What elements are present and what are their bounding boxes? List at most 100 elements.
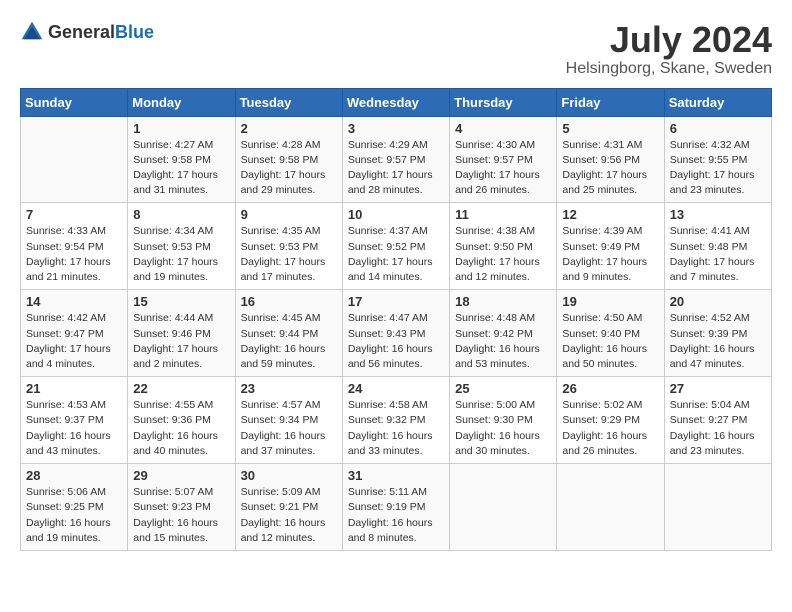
calendar-cell — [557, 464, 664, 551]
day-number: 15 — [133, 294, 229, 309]
day-info: Sunrise: 4:33 AM Sunset: 9:54 PM Dayligh… — [26, 224, 122, 285]
calendar-cell: 24Sunrise: 4:58 AM Sunset: 9:32 PM Dayli… — [342, 377, 449, 464]
calendar-cell — [21, 116, 128, 203]
calendar-cell: 30Sunrise: 5:09 AM Sunset: 9:21 PM Dayli… — [235, 464, 342, 551]
calendar-cell: 31 Sunrise: 5:11 AM Sunset: 9:19 PM Dayli… — [342, 464, 449, 551]
day-info: Sunrise: 4:32 AM Sunset: 9:55 PM Dayligh… — [670, 138, 766, 199]
page-header: GeneralBlue July 2024 Helsingborg, Skane… — [20, 20, 772, 78]
logo-text: GeneralBlue — [48, 22, 154, 43]
day-info: Sunrise: 4:31 AM Sunset: 9:56 PM Dayligh… — [562, 138, 658, 199]
day-number: 29 — [133, 468, 229, 483]
calendar-cell — [450, 464, 557, 551]
day-number: 27 — [670, 381, 766, 396]
calendar-cell: 1 Sunrise: 4:27 AM Sunset: 9:58 PM Daylig… — [128, 116, 235, 203]
day-info: Sunrise: 4:35 AM Sunset: 9:53 PM Dayligh… — [241, 224, 337, 285]
calendar-cell: 22Sunrise: 4:55 AM Sunset: 9:36 PM Dayli… — [128, 377, 235, 464]
day-info: Sunrise: 4:48 AM Sunset: 9:42 PM Dayligh… — [455, 311, 551, 372]
calendar-cell: 23 Sunrise: 4:57 AM Sunset: 9:34 PM Dayli… — [235, 377, 342, 464]
day-number: 25 — [455, 381, 551, 396]
day-of-week-header: Sunday — [21, 88, 128, 116]
calendar-cell: 26 Sunrise: 5:02 AM Sunset: 9:29 PM Dayli… — [557, 377, 664, 464]
day-number: 21 — [26, 381, 122, 396]
day-of-week-header: Monday — [128, 88, 235, 116]
calendar-cell: 8 Sunrise: 4:34 AM Sunset: 9:53 PM Daylig… — [128, 203, 235, 290]
calendar-cell: 21 Sunrise: 4:53 AM Sunset: 9:37 PM Dayli… — [21, 377, 128, 464]
calendar-cell: 12 Sunrise: 4:39 AM Sunset: 9:49 PM Dayli… — [557, 203, 664, 290]
calendar-cell: 14Sunrise: 4:42 AM Sunset: 9:47 PM Dayli… — [21, 290, 128, 377]
calendar-cell: 9 Sunrise: 4:35 AM Sunset: 9:53 PM Daylig… — [235, 203, 342, 290]
day-info: Sunrise: 4:30 AM Sunset: 9:57 PM Dayligh… — [455, 138, 551, 199]
day-info: Sunrise: 5:11 AM Sunset: 9:19 PM Dayligh… — [348, 485, 444, 546]
calendar-cell: 13 Sunrise: 4:41 AM Sunset: 9:48 PM Dayli… — [664, 203, 771, 290]
calendar-cell: 28 Sunrise: 5:06 AM Sunset: 9:25 PM Dayli… — [21, 464, 128, 551]
day-number: 10 — [348, 207, 444, 222]
calendar-table: SundayMondayTuesdayWednesdayThursdayFrid… — [20, 88, 772, 551]
day-of-week-header: Saturday — [664, 88, 771, 116]
day-number: 31 — [348, 468, 444, 483]
day-number: 19 — [562, 294, 658, 309]
calendar-week-row: 28 Sunrise: 5:06 AM Sunset: 9:25 PM Dayli… — [21, 464, 772, 551]
logo-icon — [20, 20, 44, 44]
day-info: Sunrise: 5:06 AM Sunset: 9:25 PM Dayligh… — [26, 485, 122, 546]
day-number: 9 — [241, 207, 337, 222]
day-info: Sunrise: 4:58 AM Sunset: 9:32 PM Dayligh… — [348, 398, 444, 459]
day-info: Sunrise: 5:02 AM Sunset: 9:29 PM Dayligh… — [562, 398, 658, 459]
day-info: Sunrise: 5:07 AM Sunset: 9:23 PM Dayligh… — [133, 485, 229, 546]
day-number: 26 — [562, 381, 658, 396]
day-info: Sunrise: 5:04 AM Sunset: 9:27 PM Dayligh… — [670, 398, 766, 459]
day-info: Sunrise: 4:55 AM Sunset: 9:36 PM Dayligh… — [133, 398, 229, 459]
logo-blue: Blue — [115, 22, 154, 42]
calendar-cell: 5 Sunrise: 4:31 AM Sunset: 9:56 PM Daylig… — [557, 116, 664, 203]
month-year: July 2024 — [566, 20, 772, 60]
day-of-week-header: Friday — [557, 88, 664, 116]
day-info: Sunrise: 4:27 AM Sunset: 9:58 PM Dayligh… — [133, 138, 229, 199]
location: Helsingborg, Skane, Sweden — [566, 60, 772, 78]
day-info: Sunrise: 4:41 AM Sunset: 9:48 PM Dayligh… — [670, 224, 766, 285]
day-info: Sunrise: 4:44 AM Sunset: 9:46 PM Dayligh… — [133, 311, 229, 372]
day-number: 4 — [455, 121, 551, 136]
day-info: Sunrise: 4:37 AM Sunset: 9:52 PM Dayligh… — [348, 224, 444, 285]
day-info: Sunrise: 4:34 AM Sunset: 9:53 PM Dayligh… — [133, 224, 229, 285]
calendar-week-row: 14Sunrise: 4:42 AM Sunset: 9:47 PM Dayli… — [21, 290, 772, 377]
calendar-week-row: 21 Sunrise: 4:53 AM Sunset: 9:37 PM Dayli… — [21, 377, 772, 464]
calendar-cell: 29 Sunrise: 5:07 AM Sunset: 9:23 PM Dayli… — [128, 464, 235, 551]
day-of-week-header: Wednesday — [342, 88, 449, 116]
title-block: July 2024 Helsingborg, Skane, Sweden — [566, 20, 772, 78]
day-number: 8 — [133, 207, 229, 222]
day-number: 2 — [241, 121, 337, 136]
calendar-cell: 19Sunrise: 4:50 AM Sunset: 9:40 PM Dayli… — [557, 290, 664, 377]
day-number: 6 — [670, 121, 766, 136]
day-info: Sunrise: 5:00 AM Sunset: 9:30 PM Dayligh… — [455, 398, 551, 459]
day-info: Sunrise: 4:47 AM Sunset: 9:43 PM Dayligh… — [348, 311, 444, 372]
day-number: 23 — [241, 381, 337, 396]
calendar-cell: 27 Sunrise: 5:04 AM Sunset: 9:27 PM Dayli… — [664, 377, 771, 464]
day-of-week-header: Thursday — [450, 88, 557, 116]
calendar-cell: 4 Sunrise: 4:30 AM Sunset: 9:57 PM Daylig… — [450, 116, 557, 203]
day-info: Sunrise: 4:52 AM Sunset: 9:39 PM Dayligh… — [670, 311, 766, 372]
day-number: 5 — [562, 121, 658, 136]
calendar-cell: 2 Sunrise: 4:28 AM Sunset: 9:58 PM Daylig… — [235, 116, 342, 203]
day-info: Sunrise: 4:28 AM Sunset: 9:58 PM Dayligh… — [241, 138, 337, 199]
calendar-cell: 3 Sunrise: 4:29 AM Sunset: 9:57 PM Daylig… — [342, 116, 449, 203]
day-number: 3 — [348, 121, 444, 136]
day-number: 13 — [670, 207, 766, 222]
calendar-header-row: SundayMondayTuesdayWednesdayThursdayFrid… — [21, 88, 772, 116]
day-info: Sunrise: 4:39 AM Sunset: 9:49 PM Dayligh… — [562, 224, 658, 285]
day-of-week-header: Tuesday — [235, 88, 342, 116]
calendar-cell: 18Sunrise: 4:48 AM Sunset: 9:42 PM Dayli… — [450, 290, 557, 377]
calendar-week-row: 1 Sunrise: 4:27 AM Sunset: 9:58 PM Daylig… — [21, 116, 772, 203]
day-info: Sunrise: 4:29 AM Sunset: 9:57 PM Dayligh… — [348, 138, 444, 199]
calendar-cell: 7Sunrise: 4:33 AM Sunset: 9:54 PM Daylig… — [21, 203, 128, 290]
day-number: 28 — [26, 468, 122, 483]
calendar-cell: 17Sunrise: 4:47 AM Sunset: 9:43 PM Dayli… — [342, 290, 449, 377]
day-info: Sunrise: 4:57 AM Sunset: 9:34 PM Dayligh… — [241, 398, 337, 459]
day-number: 12 — [562, 207, 658, 222]
logo: GeneralBlue — [20, 20, 154, 44]
calendar-cell — [664, 464, 771, 551]
day-number: 14 — [26, 294, 122, 309]
day-info: Sunrise: 4:38 AM Sunset: 9:50 PM Dayligh… — [455, 224, 551, 285]
day-info: Sunrise: 4:53 AM Sunset: 9:37 PM Dayligh… — [26, 398, 122, 459]
calendar-cell: 16Sunrise: 4:45 AM Sunset: 9:44 PM Dayli… — [235, 290, 342, 377]
day-info: Sunrise: 4:45 AM Sunset: 9:44 PM Dayligh… — [241, 311, 337, 372]
day-number: 1 — [133, 121, 229, 136]
